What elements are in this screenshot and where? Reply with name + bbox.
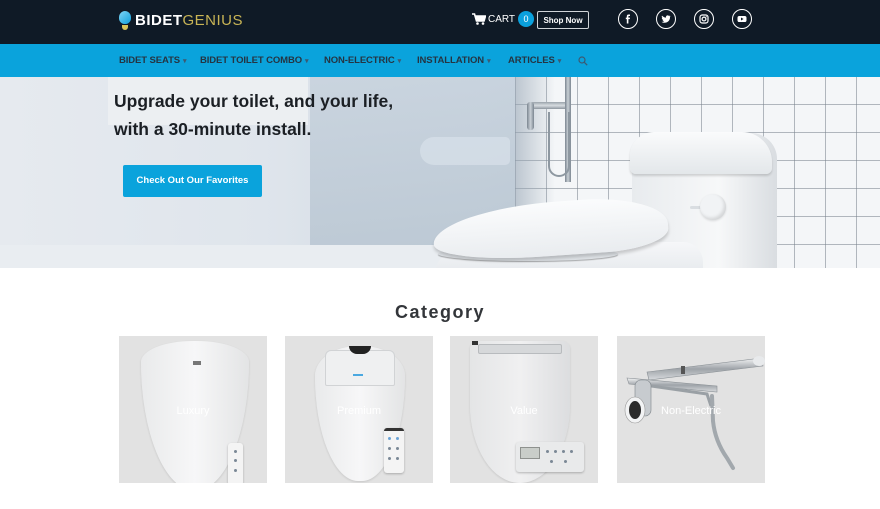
nav-item-label: NON-ELECTRIC (324, 55, 395, 66)
cart-label: CART (488, 13, 516, 25)
category-card-luxury[interactable]: Luxury (119, 336, 267, 483)
nav-item-label: BIDET SEATS (119, 55, 181, 66)
twitter-icon (661, 15, 671, 23)
category-heading: Category (394, 302, 486, 322)
facebook-icon (625, 14, 630, 24)
nav-item-label: BIDET TOILET COMBO (200, 55, 302, 66)
youtube-icon (737, 16, 747, 22)
hero-headline-line2: with a 30-minute install. (114, 119, 312, 139)
nav-item-articles[interactable]: ARTICLES ▾ (508, 44, 561, 77)
cart-count-badge: 0 (518, 11, 535, 27)
logo-text-part2: GENIUS (182, 11, 244, 29)
shopping-cart-icon (472, 13, 486, 25)
twitter-link[interactable] (656, 9, 676, 29)
caret-down-icon: ▾ (183, 58, 187, 65)
caret-down-icon: ▾ (397, 58, 402, 65)
nav-item-non-electric[interactable]: NON-ELECTRIC ▾ (324, 44, 401, 77)
facebook-link[interactable] (618, 9, 638, 29)
hero-banner: Upgrade your toilet, and your life, with… (0, 77, 880, 268)
lightbulb-icon (118, 9, 132, 31)
main-nav: BIDET SEATS ▾ BIDET TOILET COMBO ▾ NON-ELE… (0, 44, 880, 77)
hero-headline-line1: Upgrade your toilet, and your life, (114, 91, 394, 111)
category-label: Value (510, 405, 538, 417)
caret-down-icon: ▾ (557, 58, 562, 65)
category-label: Luxury (176, 405, 210, 417)
check-out-favorites-button[interactable]: Check Out Our Favorites (123, 165, 262, 197)
nav-item-bidet-toilet-combo[interactable]: BIDET TOILET COMBO ▾ (200, 44, 309, 77)
hero-headline: Upgrade your toilet, and your life, with… (114, 87, 434, 143)
search-icon[interactable] (578, 56, 588, 66)
category-label: Non-Electric (661, 405, 721, 417)
category-label: Premium (336, 405, 381, 417)
top-header: BIDETGENIUS CART 0 Shop Now (0, 0, 880, 44)
caret-down-icon: ▾ (487, 58, 491, 65)
shop-now-button[interactable]: Shop Now (537, 11, 589, 29)
category-card-premium[interactable]: Premium (285, 336, 433, 483)
youtube-link[interactable] (732, 9, 752, 29)
logo-text: BIDETGENIUS (135, 13, 243, 28)
instagram-link[interactable] (694, 9, 714, 29)
category-card-non-electric[interactable]: Non-Electric (617, 336, 765, 483)
logo-text-part1: BIDET (135, 11, 183, 29)
nav-item-bidet-seats[interactable]: BIDET SEATS ▾ (119, 44, 187, 77)
cart-link[interactable]: CART 0 (472, 11, 535, 27)
nav-item-installation[interactable]: INSTALLATION ▾ (417, 44, 491, 77)
category-card-value[interactable]: Value (450, 336, 598, 483)
caret-down-icon: ▾ (305, 58, 309, 65)
instagram-icon (699, 14, 709, 24)
nav-item-label: ARTICLES (508, 55, 555, 66)
site-logo[interactable]: BIDETGENIUS (118, 8, 243, 32)
nav-item-label: INSTALLATION (417, 55, 485, 66)
